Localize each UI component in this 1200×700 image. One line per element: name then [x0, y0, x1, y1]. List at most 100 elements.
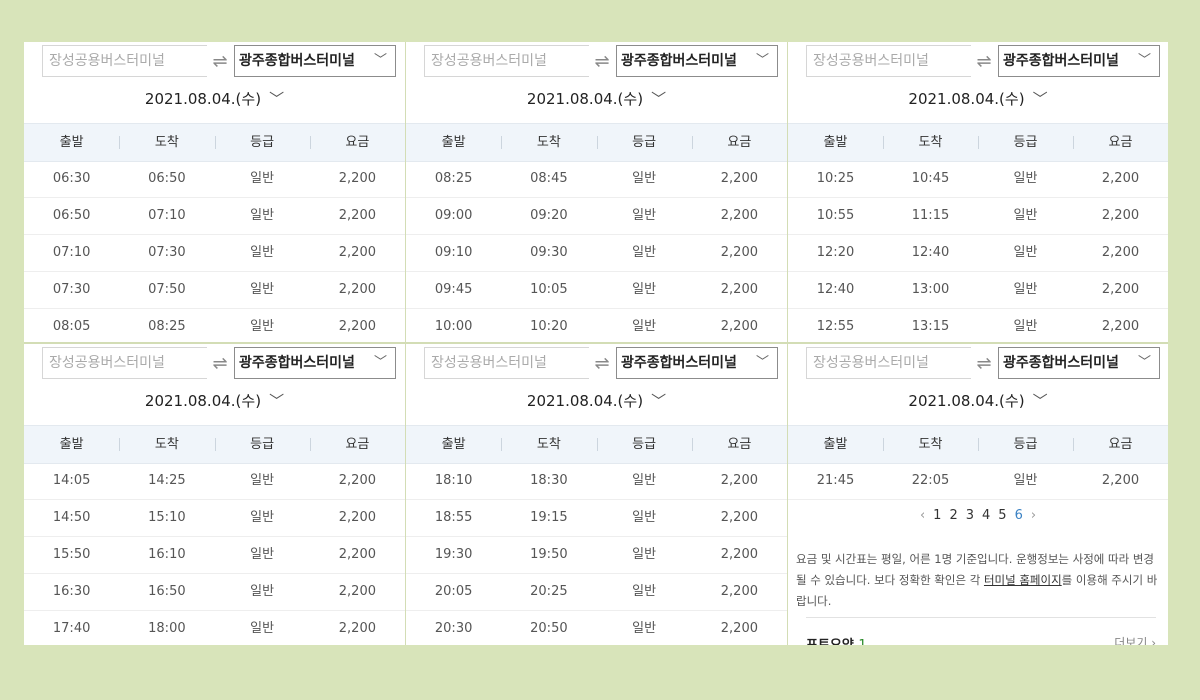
table-cell: 일반	[1013, 282, 1038, 297]
page-link[interactable]: 6	[1015, 508, 1023, 523]
table-cell: 18:00	[148, 621, 186, 636]
date-selector[interactable]: 2021.08.04.(수) ﹀	[788, 390, 1168, 414]
date-label: 2021.08.04.(수)	[144, 90, 262, 108]
table-cell: 일반	[632, 208, 657, 223]
photo-summary-header: 포토요약 1 더보기 ›	[806, 634, 1156, 645]
table-row: 16:30 16:50 일반 2,200	[24, 574, 405, 611]
table-cell: 일반	[632, 319, 657, 334]
prev-page-icon[interactable]: ‹	[920, 508, 925, 523]
table-cell: 17:40	[52, 621, 91, 636]
divider	[806, 617, 1156, 618]
table-cell: 11:15	[911, 208, 950, 223]
destination-select[interactable]: 광주종합버스터미널 ﹀	[998, 45, 1160, 77]
table-cell: 일반	[250, 547, 275, 562]
page-link[interactable]: 2	[949, 508, 957, 523]
page-link[interactable]: 5	[998, 508, 1006, 523]
chevron-down-icon: ﹀	[755, 355, 769, 370]
swap-icon[interactable]: ⇌	[971, 45, 997, 77]
section-title-text: 포토요약	[806, 638, 854, 645]
table-header: 출발 도착 등급 요금	[406, 123, 787, 162]
origin-input[interactable]: 장성공용버스터미널	[424, 347, 589, 379]
column-header: 출발	[441, 437, 466, 452]
table-cell: 20:05	[434, 584, 473, 599]
table-cell: 일반	[632, 510, 657, 525]
chevron-down-icon: ﹀	[1032, 392, 1048, 410]
page-link[interactable]: 4	[982, 508, 990, 523]
chevron-down-icon: ﹀	[269, 392, 285, 410]
chevron-down-icon: ﹀	[373, 53, 387, 68]
table-cell: 2,200	[338, 510, 376, 525]
origin-input[interactable]: 장성공용버스터미널	[806, 45, 971, 77]
destination-select[interactable]: 광주종합버스터미널 ﹀	[234, 45, 396, 77]
destination-select[interactable]: 광주종합버스터미널 ﹀	[616, 45, 778, 77]
destination-select[interactable]: 광주종합버스터미널 ﹀	[998, 347, 1160, 379]
page-link[interactable]: 1	[933, 508, 941, 523]
column-header: 등급	[596, 124, 692, 161]
column-header: 출발	[59, 437, 84, 452]
chevron-down-icon: ﹀	[269, 90, 285, 108]
swap-icon[interactable]: ⇌	[207, 45, 233, 77]
origin-input[interactable]: 장성공용버스터미널	[42, 347, 207, 379]
column-header: 도착	[501, 124, 596, 161]
table-cell: 일반	[632, 282, 657, 297]
column-header: 출발	[823, 135, 848, 150]
date-selector[interactable]: 2021.08.04.(수) ﹀	[406, 390, 787, 414]
date-selector[interactable]: 2021.08.04.(수) ﹀	[24, 390, 405, 414]
destination-select[interactable]: 광주종합버스터미널 ﹀	[234, 347, 396, 379]
origin-input[interactable]: 장성공용버스터미널	[424, 45, 589, 77]
table-row: 09:00 09:20 일반 2,200	[406, 198, 787, 235]
next-page-icon[interactable]: ›	[1031, 508, 1036, 523]
route-search-bar: 장성공용버스터미널 ⇌ 광주종합버스터미널 ﹀	[806, 347, 1160, 379]
table-cell: 15:50	[52, 547, 91, 562]
table-cell: 06:50	[52, 208, 91, 223]
table-cell: 2,200	[1101, 319, 1140, 334]
table-cell: 2,200	[720, 510, 758, 525]
date-selector[interactable]: 2021.08.04.(수) ﹀	[788, 88, 1168, 112]
table-row: 06:50 07:10 일반 2,200	[24, 198, 405, 235]
date-selector[interactable]: 2021.08.04.(수) ﹀	[406, 88, 787, 112]
date-selector[interactable]: 2021.08.04.(수) ﹀	[24, 88, 405, 112]
table-cell: 06:50	[148, 171, 186, 186]
table-cell: 일반	[632, 245, 657, 260]
table-cell: 2,200	[338, 245, 376, 260]
table-body: 14:05 14:25 일반 2,200 14:50 15:10 일반 2,200 15:50 1…	[24, 463, 405, 645]
date-label: 2021.08.04.(수)	[526, 90, 644, 108]
table-row: 14:05 14:25 일반 2,200	[24, 463, 405, 500]
timetable-panel: 장성공용버스터미널 ⇌ 광주종합버스터미널 ﹀ 2021.08.04.(수) ﹀ 출발 도착 등…	[788, 344, 1168, 645]
swap-icon[interactable]: ⇌	[207, 347, 233, 379]
table-row: 08:05 08:25 일반 2,200	[24, 309, 405, 342]
table-cell: 14:25	[148, 473, 186, 488]
notice-text: 요금 및 시간표는 평일, 어른 1명 기준입니다. 운행정보는 사정에 따라 …	[796, 549, 1158, 612]
date-label: 2021.08.04.(수)	[526, 392, 644, 410]
table-cell: 일반	[1013, 245, 1038, 260]
table-row: 17:40 18:00 일반 2,200	[24, 611, 405, 645]
chevron-down-icon: ﹀	[1032, 90, 1048, 108]
table-row: 10:55 11:15 일반 2,200	[788, 198, 1168, 235]
page-link[interactable]: 3	[966, 508, 974, 523]
swap-icon[interactable]: ⇌	[589, 45, 615, 77]
swap-icon[interactable]: ⇌	[589, 347, 615, 379]
origin-input[interactable]: 장성공용버스터미널	[42, 45, 207, 77]
table-row: 21:45 22:05 일반 2,200	[788, 463, 1168, 500]
table-cell: 2,200	[720, 208, 758, 223]
destination-label: 광주종합버스터미널	[1003, 355, 1119, 371]
table-row: 20:30 20:50 일반 2,200	[406, 611, 787, 645]
table-cell: 22:05	[911, 473, 950, 488]
table-cell: 2,200	[720, 621, 758, 636]
table-cell: 일반	[1013, 473, 1038, 488]
column-header: 요금	[309, 426, 405, 463]
terminal-homepage-link[interactable]: 터미널 홈페이지	[984, 573, 1062, 587]
table-cell: 09:10	[434, 245, 473, 260]
table-cell: 2,200	[720, 245, 758, 260]
table-body: 10:25 10:45 일반 2,200 10:55 11:15 일반 2,200 12:20 1…	[788, 161, 1168, 342]
table-cell: 19:15	[530, 510, 568, 525]
table-cell: 12:55	[816, 319, 855, 334]
swap-icon[interactable]: ⇌	[971, 347, 997, 379]
destination-select[interactable]: 광주종합버스터미널 ﹀	[616, 347, 778, 379]
table-cell: 20:50	[530, 621, 568, 636]
column-header: 등급	[978, 426, 1073, 463]
more-link[interactable]: 더보기 ›	[1114, 634, 1156, 645]
table-cell: 2,200	[720, 584, 758, 599]
table-cell: 일반	[1013, 208, 1038, 223]
origin-input[interactable]: 장성공용버스터미널	[806, 347, 971, 379]
